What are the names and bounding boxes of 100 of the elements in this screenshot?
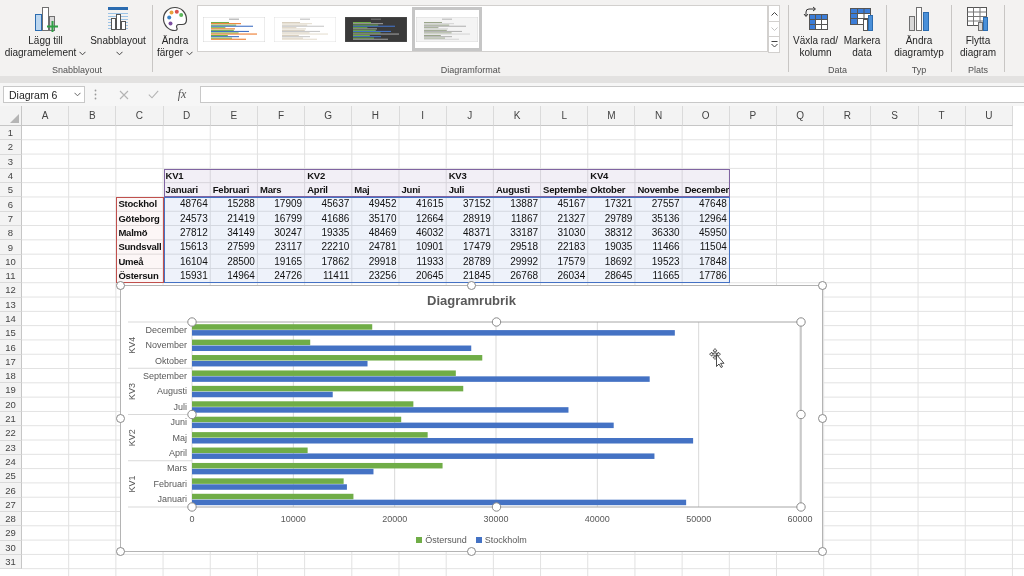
- chart-thumbnail-icon: [345, 16, 407, 42]
- column-header[interactable]: U: [965, 106, 1013, 126]
- column-header[interactable]: Q: [777, 106, 825, 126]
- row-header[interactable]: 9: [0, 240, 22, 255]
- column-header[interactable]: P: [729, 106, 777, 126]
- row-header[interactable]: 18: [0, 369, 22, 384]
- city-label: Sundsvall: [117, 240, 163, 255]
- table-cell-text: 17862: [320, 254, 351, 269]
- quarter-label: KV1: [164, 168, 185, 183]
- column-header[interactable]: G: [305, 106, 353, 126]
- resize-handle[interactable]: [187, 409, 197, 420]
- resize-handle[interactable]: [796, 317, 806, 327]
- resize-handle[interactable]: [796, 502, 806, 512]
- resize-handle[interactable]: [818, 281, 827, 290]
- table-chart-icon: [848, 5, 876, 33]
- table-cell-text: 15288: [226, 197, 256, 212]
- row-header[interactable]: 28: [0, 512, 22, 527]
- table-cell-text: 45637: [320, 197, 351, 212]
- column-header[interactable]: L: [541, 106, 589, 126]
- resize-handle[interactable]: [796, 409, 806, 420]
- change-colors-button[interactable]: Ändra färger: [153, 3, 197, 63]
- table-cell-text: 29518: [509, 240, 540, 255]
- select-all-button[interactable]: [0, 106, 22, 126]
- add-chart-element-button[interactable]: Lägg till diagramelement: [3, 3, 88, 63]
- name-box[interactable]: Diagram 6: [3, 86, 85, 103]
- row-header[interactable]: 29: [0, 526, 22, 541]
- resize-handle[interactable]: [491, 317, 502, 327]
- column-header[interactable]: O: [682, 106, 730, 126]
- table-cell-text: 21327: [556, 211, 587, 226]
- column-header[interactable]: K: [493, 106, 542, 126]
- table-cell-text: 18692: [603, 254, 634, 269]
- column-header[interactable]: D: [163, 106, 211, 126]
- table-cell-text: 23256: [367, 268, 398, 283]
- row-header[interactable]: 8: [0, 226, 22, 241]
- column-header[interactable]: A: [22, 106, 70, 126]
- row-header[interactable]: 15: [0, 326, 22, 341]
- column-header[interactable]: F: [257, 106, 306, 126]
- row-header[interactable]: 26: [0, 483, 22, 498]
- change-chart-type-button[interactable]: Ändra diagramtyp: [888, 3, 950, 63]
- insert-function-button[interactable]: fx: [171, 86, 193, 103]
- resize-handle[interactable]: [818, 414, 827, 423]
- column-header[interactable]: C: [116, 106, 164, 126]
- table-cell-text: 27812: [178, 226, 209, 241]
- table-cell-text: 33187: [509, 226, 540, 241]
- select-data-button[interactable]: Markera data: [840, 3, 884, 63]
- table-cell-text: 35136: [650, 211, 681, 226]
- row-header[interactable]: 5: [0, 183, 22, 198]
- quick-layout-button[interactable]: Snabblayout: [88, 3, 148, 63]
- resize-handle[interactable]: [187, 502, 197, 512]
- column-header[interactable]: I: [399, 106, 447, 126]
- row-header[interactable]: 19: [0, 383, 22, 398]
- column-header[interactable]: E: [210, 106, 258, 126]
- chart-title: Diagramrubrik: [427, 292, 516, 310]
- row-header[interactable]: 16: [0, 340, 22, 355]
- column-header[interactable]: R: [824, 106, 872, 126]
- column-header[interactable]: S: [871, 106, 919, 126]
- more-styles-button[interactable]: [768, 36, 780, 53]
- column-header[interactable]: N: [635, 106, 683, 126]
- switch-row-column-button[interactable]: Växla rad/ kolumn: [791, 3, 840, 63]
- column-header[interactable]: B: [69, 106, 117, 126]
- table-cell-text: 29789: [603, 211, 634, 226]
- column-header[interactable]: T: [918, 106, 966, 126]
- row-header[interactable]: 2: [0, 140, 22, 155]
- resize-handle[interactable]: [467, 547, 476, 556]
- month-label: Mars: [258, 183, 283, 198]
- tick-label: 50000: [686, 514, 712, 524]
- month-label: December: [683, 183, 730, 198]
- column-header[interactable]: M: [588, 106, 636, 126]
- row-header[interactable]: 12: [0, 283, 22, 298]
- column-header[interactable]: J: [446, 106, 494, 126]
- move-cursor-icon: [709, 348, 725, 368]
- row-header[interactable]: 1: [0, 126, 22, 141]
- resize-handle[interactable]: [116, 281, 125, 290]
- resize-handle[interactable]: [818, 547, 827, 556]
- table-cell-text: 38312: [603, 226, 634, 241]
- formula-input[interactable]: [200, 86, 1024, 103]
- row-header[interactable]: 22: [0, 426, 22, 441]
- table-cell-text: 19335: [320, 226, 351, 241]
- caret-icon: [74, 92, 81, 97]
- table-cell-text: 11867: [510, 211, 540, 226]
- quarter-label: KV2: [306, 168, 326, 183]
- category-label: September: [142, 370, 187, 381]
- chevron-up-icon: [770, 11, 778, 16]
- table-cell-text: 28645: [603, 268, 634, 283]
- resize-handle[interactable]: [116, 547, 125, 556]
- table-cell-text: 13887: [509, 197, 540, 212]
- resize-handle[interactable]: [187, 317, 197, 327]
- table-cell-text: 34149: [226, 226, 256, 241]
- row-header[interactable]: 6: [0, 197, 22, 212]
- resize-handle[interactable]: [491, 502, 502, 512]
- category-label: April: [169, 448, 187, 459]
- resize-handle[interactable]: [116, 414, 125, 423]
- move-chart-button[interactable]: Flytta diagram: [954, 3, 1002, 63]
- group-label: Snabblayout: [51, 64, 102, 76]
- table-cell-text: 30247: [273, 226, 304, 241]
- resize-handle[interactable]: [467, 281, 476, 290]
- palette-icon: [161, 5, 189, 33]
- month-label: Septembe: [542, 183, 588, 198]
- column-header[interactable]: H: [352, 106, 400, 126]
- row-header[interactable]: 25: [0, 469, 22, 484]
